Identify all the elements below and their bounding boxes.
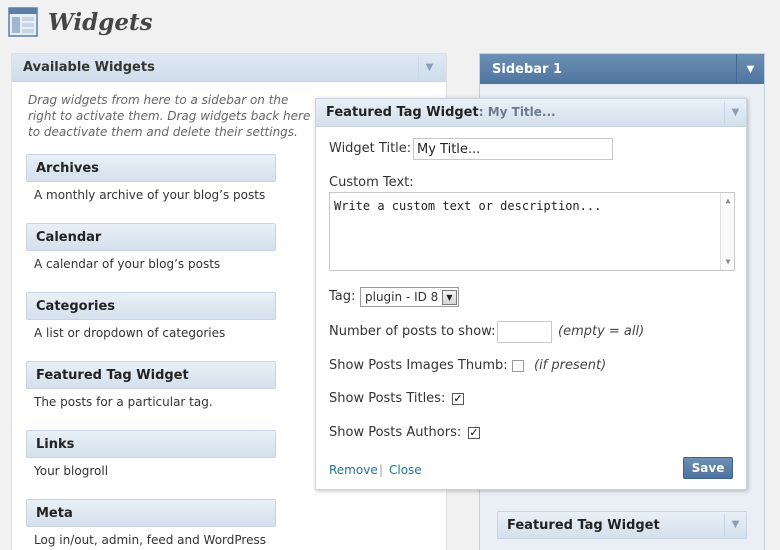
- custom-text-value: Write a custom text or description...: [334, 199, 602, 213]
- available-widgets-header[interactable]: Available Widgets ▼: [12, 54, 446, 82]
- widget-title[interactable]: Meta: [26, 499, 276, 527]
- textarea-scrollbar[interactable]: ▲ ▼: [720, 193, 734, 270]
- chevron-down-icon[interactable]: ▼: [724, 101, 746, 124]
- sidebar-title: Sidebar 1: [492, 61, 563, 77]
- scroll-down-icon[interactable]: ▼: [721, 256, 735, 268]
- authors-checkbox[interactable]: ✓: [468, 427, 480, 439]
- widget-title-label: Widget Title:: [329, 141, 412, 156]
- page-title: Widgets: [48, 8, 153, 36]
- available-widgets-description: Drag widgets from here to a sidebar on t…: [28, 93, 311, 139]
- widget-settings-dialog[interactable]: Featured Tag Widget: My Title... ▼ Widge…: [315, 98, 747, 490]
- widget-title[interactable]: Links: [26, 430, 276, 458]
- widget-categories[interactable]: Categories A list or dropdown of categor…: [26, 292, 276, 340]
- widget-meta[interactable]: Meta Log in/out, admin, feed and WordPre…: [26, 499, 276, 547]
- tag-select-value: plugin - ID 8: [365, 290, 439, 304]
- widget-description: The posts for a particular tag.: [34, 395, 213, 409]
- widget-title-input[interactable]: [413, 138, 613, 160]
- authors-label: Show Posts Authors:: [329, 425, 462, 440]
- remove-link[interactable]: Remove: [329, 463, 378, 477]
- widget-title[interactable]: Calendar: [26, 223, 276, 251]
- num-posts-input[interactable]: [497, 321, 552, 343]
- scroll-up-icon[interactable]: ▲: [721, 195, 735, 207]
- widget-links[interactable]: Links Your blogroll: [26, 430, 276, 478]
- widgets-icon: [8, 7, 38, 37]
- sidebar-widget-title: Featured Tag Widget: [507, 517, 660, 533]
- tag-select[interactable]: plugin - ID 8 ▼: [360, 287, 459, 307]
- chevron-down-icon[interactable]: ▼: [736, 54, 764, 84]
- chevron-down-icon[interactable]: ▼: [724, 514, 746, 536]
- sidebar-widget-featured-tag[interactable]: Featured Tag Widget ▼: [497, 511, 747, 539]
- num-posts-label: Number of posts to show:: [329, 324, 496, 339]
- link-separator: |: [379, 463, 384, 477]
- widget-description: A list or dropdown of categories: [34, 326, 226, 340]
- custom-text-label: Custom Text:: [329, 175, 414, 190]
- widget-calendar[interactable]: Calendar A calendar of your blog’s posts: [26, 223, 276, 271]
- available-widgets-title: Available Widgets: [23, 60, 155, 75]
- titles-checkbox[interactable]: ✓: [452, 393, 464, 405]
- sidebar-header[interactable]: Sidebar 1 ▼: [480, 54, 764, 84]
- dialog-title: Featured Tag Widget: [326, 105, 479, 120]
- widget-title[interactable]: Featured Tag Widget: [26, 361, 276, 389]
- widget-description: A calendar of your blog’s posts: [34, 257, 221, 271]
- widget-title[interactable]: Archives: [26, 154, 276, 182]
- dialog-title-group: Featured Tag Widget: My Title...: [326, 105, 556, 120]
- custom-text-textarea[interactable]: Write a custom text or description... ▲ …: [329, 192, 735, 271]
- thumb-checkbox[interactable]: [512, 360, 524, 372]
- widget-description: A monthly archive of your blog’s posts: [34, 188, 266, 202]
- thumb-hint: (if present): [534, 358, 607, 373]
- tag-label: Tag:: [329, 289, 356, 304]
- dialog-header[interactable]: Featured Tag Widget: My Title... ▼: [316, 99, 746, 127]
- page-header: Widgets: [8, 6, 153, 38]
- widget-archives[interactable]: Archives A monthly archive of your blog’…: [26, 154, 276, 202]
- dropdown-arrow-icon[interactable]: ▼: [442, 289, 457, 305]
- widget-description: Log in/out, admin, feed and WordPress: [34, 533, 266, 547]
- widget-description: Your blogroll: [34, 464, 109, 478]
- save-button[interactable]: Save: [683, 457, 733, 479]
- widget-title[interactable]: Categories: [26, 292, 276, 320]
- num-posts-hint: (empty = all): [558, 324, 645, 339]
- close-link[interactable]: Close: [389, 463, 422, 477]
- titles-label: Show Posts Titles:: [329, 391, 446, 406]
- chevron-down-icon[interactable]: ▼: [418, 56, 440, 79]
- widget-featured-tag[interactable]: Featured Tag Widget The posts for a part…: [26, 361, 276, 409]
- thumb-label: Show Posts Images Thumb:: [329, 358, 508, 373]
- dialog-subtitle: : My Title...: [478, 105, 556, 119]
